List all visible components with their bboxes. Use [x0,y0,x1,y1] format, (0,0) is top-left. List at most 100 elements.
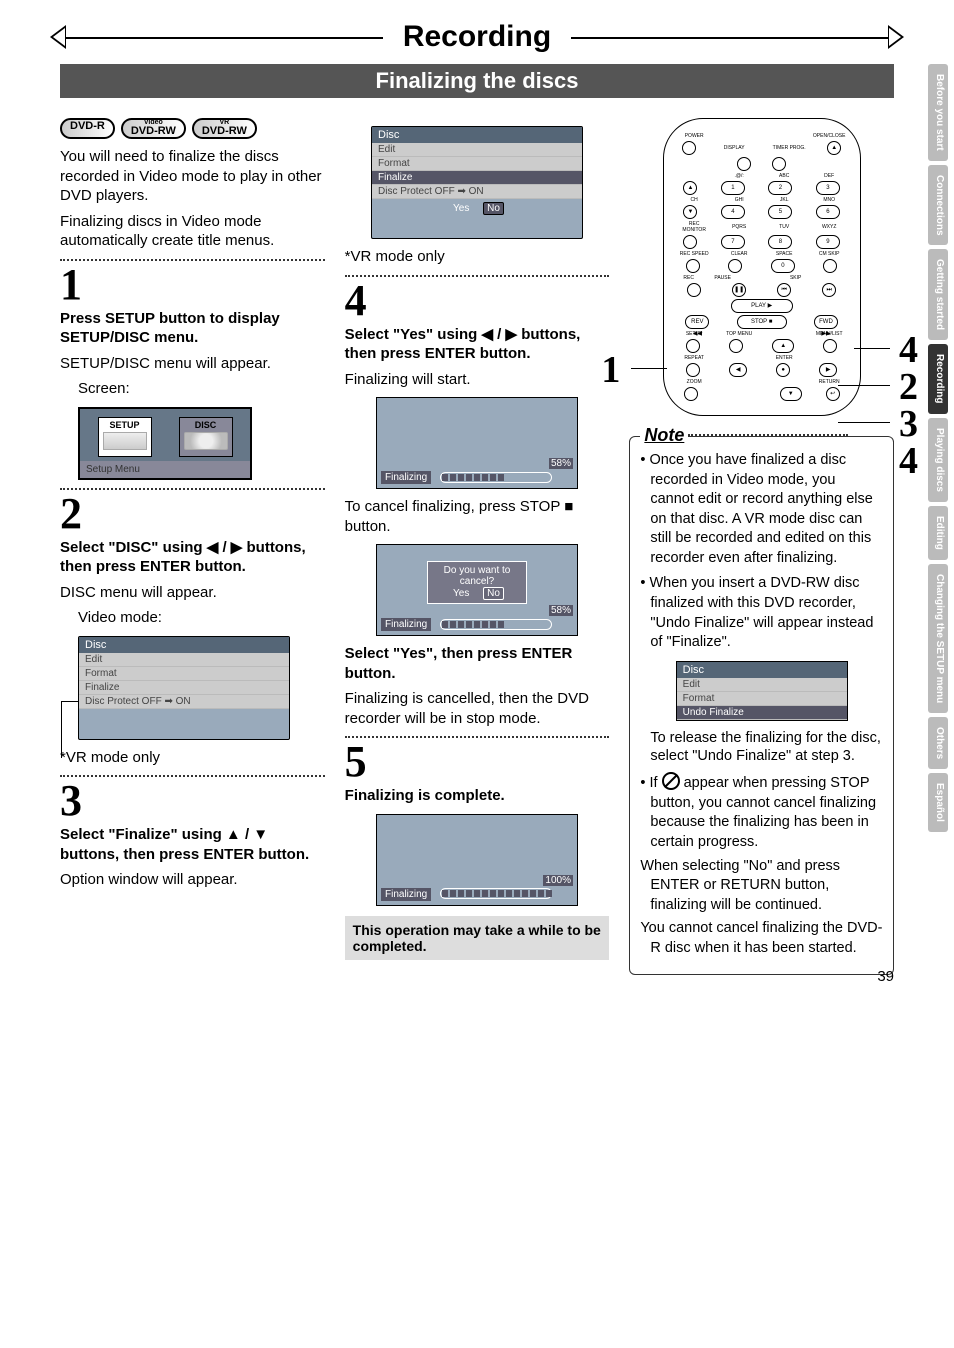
pct-label: 58% [549,605,573,616]
video-mode-label: Video mode: [78,608,325,628]
tab-others: Others [928,717,948,769]
osd-item-protect: Disc Protect OFF ➡ ON [79,695,289,709]
finalizing-label: Finalizing [381,471,431,484]
osd-header: Disc [79,637,289,653]
step-4-desc: Finalizing will start. [345,370,610,390]
osd-item-edit: Edit [79,653,289,667]
tab-setup-menu: Changing the SETUP menu [928,564,948,713]
progress-bar [440,619,552,630]
step-5-title: Finalizing is complete. [345,786,610,806]
step-3-desc: Option window will appear. [60,870,325,890]
cancel-text: To cancel finalizing, press STOP ■ butto… [345,497,610,536]
divider [60,775,325,777]
enter-button: ● [776,363,790,377]
option-osd: Disc Edit Format Finalize Disc Protect O… [371,126,583,239]
cancel-prompt: Do you want to cancel? Yes No [427,561,527,604]
arrow-left-icon [50,25,66,49]
page-title: Recording [60,20,894,54]
fwd-button: FWD ▶▶ [814,315,838,329]
step-1-num: 1 [60,263,325,307]
play-button: PLAY ▶ [731,299,793,313]
step-3-num: 3 [60,779,325,823]
progress-58: 58% Finalizing [376,397,578,489]
side-tabs: Before you start Connections Getting sta… [928,64,948,832]
osd-item-finalize-selected: Finalize [372,171,582,185]
divider [60,259,325,261]
step-5-num: 5 [345,740,610,784]
note-box: Note Once you have finalized a disc reco… [629,436,894,975]
step-3-title: Select "Finalize" using ▲ / ▼ buttons, t… [60,825,325,864]
note-3: If appear when pressing STOP button, you… [640,772,883,958]
subtitle: Finalizing the discs [60,64,894,98]
divider [345,275,610,277]
osd-item-protect: Disc Protect OFF ➡ ON [372,185,582,199]
intro-1: You will need to finalize the discs reco… [60,147,325,206]
select-yes-title: Select "Yes", then press ENTER button. [345,644,610,683]
vr-only-note-2: *VR mode only [345,247,610,267]
osd-item-format: Format [79,667,289,681]
step-1-desc: SETUP/DISC menu will appear. [60,354,325,374]
warning-box: This operation may take a while to be co… [345,916,610,960]
power-icon [682,141,696,155]
chip-dvd-r: DVD-R [60,118,115,139]
page-number: 39 [877,968,894,985]
progress-100: 100% Finalizing [376,814,578,906]
eject-icon: ▲ [827,141,841,155]
note-2: When you insert a DVD-RW disc finalized … [640,574,883,652]
step-2-num: 2 [60,492,325,536]
intro-2: Finalizing discs in Video mode automatic… [60,212,325,251]
callout-1: 1 [601,348,620,392]
tab-connections: Connections [928,165,948,246]
yes-button: Yes [450,203,472,214]
skip-prev-icon: ⏮ [777,283,791,297]
tab-before-you-start: Before you start [928,64,948,161]
pause-icon: ❚❚ [732,283,746,297]
tab-editing: Editing [928,506,948,560]
osd-item-edit: Edit [372,143,582,157]
osd-header: Disc [372,127,582,143]
stop-button: STOP ■ [737,315,787,329]
osd-header: Disc [677,662,847,678]
note-1: Once you have finalized a disc recorded … [640,451,883,568]
divider [60,488,325,490]
tab-playing-discs: Playing discs [928,418,948,502]
yes-button: Yes [450,588,472,599]
osd-item-edit: Edit [677,678,847,692]
remote-wrap: 1 4 2 3 4 POWEROPEN/CLOSE DISPLAYTIMER P… [629,118,894,416]
note-title: Note [640,425,688,446]
osd-item-format: Format [677,692,847,706]
column-2: Disc Edit Format Finalize Disc Protect O… [345,118,610,975]
vr-only-note: *VR mode only [60,748,325,768]
dvd-chips: DVD-R VideoDVD-RW VRDVD-RW [60,118,325,139]
osd-item-finalize: Finalize [79,681,289,695]
setup-footer: Setup Menu [80,461,250,478]
no-button: No [483,587,504,600]
tile-disc: DISC [179,417,233,457]
column-1: DVD-R VideoDVD-RW VRDVD-RW You will need… [60,118,325,975]
callout-4b: 4 [899,439,918,483]
osd-item-format: Format [372,157,582,171]
chip-dvd-rw-video: VideoDVD-RW [121,118,186,139]
tile-setup: SETUP [98,417,152,457]
column-3: 1 4 2 3 4 POWEROPEN/CLOSE DISPLAYTIMER P… [629,118,894,975]
rev-button: REV ◀◀ [685,315,709,329]
cancel-osd: Do you want to cancel? Yes No 58% Finali… [376,544,578,636]
screen-label: Screen: [78,379,325,399]
remote-control: POWEROPEN/CLOSE DISPLAYTIMER PROG.▲ .@/:… [663,118,861,416]
release-text: To release the finalizing for the disc, … [650,729,883,767]
progress-bar [440,888,552,899]
tab-espanol: Español [928,773,948,832]
return-icon: ↩ [826,387,840,401]
chip-dvd-rw-vr: VRDVD-RW [192,118,257,139]
finalizing-label: Finalizing [381,618,431,631]
tab-getting-started: Getting started [928,249,948,340]
arrow-right-icon [888,25,904,49]
osd-item-undo: Undo Finalize [677,706,847,720]
divider [345,736,610,738]
yes-no-row: Yes No [372,199,582,218]
select-yes-desc: Finalizing is cancelled, then the DVD re… [345,689,610,728]
tab-recording: Recording [928,344,948,413]
step-4-title: Select "Yes" using ◀ / ▶ buttons, then p… [345,325,610,364]
undo-osd: Disc Edit Format Undo Finalize [676,661,848,721]
pct-label: 58% [549,458,573,469]
